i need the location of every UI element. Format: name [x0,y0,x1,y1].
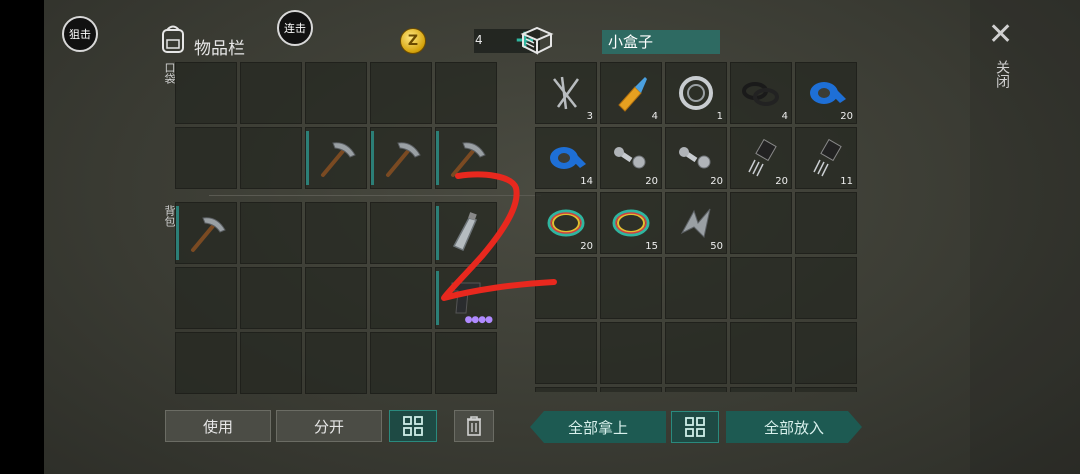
annotation-stroke [441,171,557,301]
game-screen: 狙击 连击 物品栏 Z 4 + 小盒子 口袋 背包 ●●●● 3 4 1 4 20 14 2… [44,0,1080,474]
annotation-overlay [441,171,557,301]
